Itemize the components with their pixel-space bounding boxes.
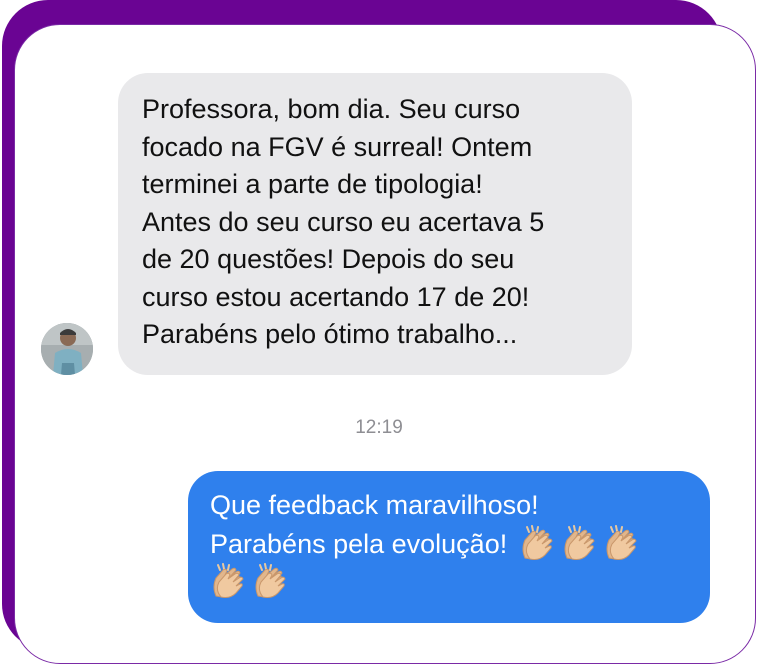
chat-card: Professora, bom dia. Seu curso focado na… <box>14 24 756 664</box>
chat-screenshot: Professora, bom dia. Seu curso focado na… <box>0 0 757 667</box>
message-timestamp: 12:19 <box>355 417 403 438</box>
clapping-hands-icon <box>519 525 557 561</box>
incoming-message-text: Professora, bom dia. Seu curso focado na… <box>142 94 545 349</box>
person-silhouette-icon <box>41 323 93 375</box>
outgoing-message-text: Que feedback maravilhoso! Parabéns pela … <box>210 487 688 602</box>
clap-emoji-group-line-2 <box>515 529 641 559</box>
outgoing-message-line-2-text: Parabéns pela evolução! <box>210 528 508 559</box>
clap-emoji-group-line-3 <box>210 563 688 602</box>
incoming-message-bubble[interactable]: Professora, bom dia. Seu curso focado na… <box>118 73 632 375</box>
clapping-hands-icon <box>210 563 248 599</box>
clapping-hands-icon <box>603 525 641 561</box>
clapping-hands-icon <box>561 525 599 561</box>
outgoing-message-line-2: Parabéns pela evolução! <box>210 525 688 564</box>
outgoing-message-bubble[interactable]: Que feedback maravilhoso! Parabéns pela … <box>188 471 710 623</box>
outgoing-message-line-1: Que feedback maravilhoso! <box>210 490 539 520</box>
clapping-hands-icon <box>252 563 290 599</box>
contact-avatar[interactable] <box>41 323 93 375</box>
